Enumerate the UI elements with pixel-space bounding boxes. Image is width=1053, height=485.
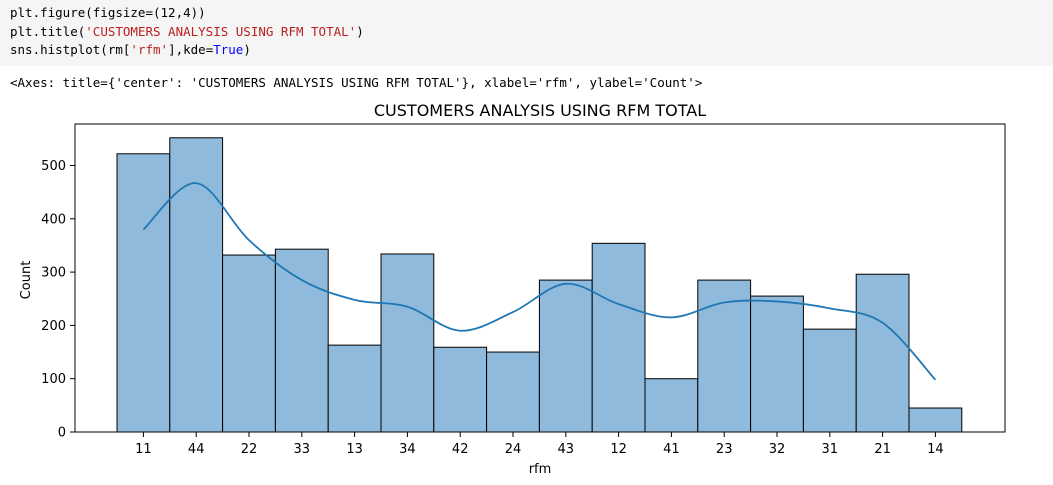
bar-22 xyxy=(222,254,276,433)
x-tick-label-22: 22 xyxy=(241,442,258,457)
bar-12 xyxy=(591,242,646,433)
x-tick-label-34: 34 xyxy=(399,442,416,457)
x-tick-label-41: 41 xyxy=(663,442,680,457)
x-tick-label-42: 42 xyxy=(452,442,469,457)
x-ticks-group: 11 44 22 33 13 34 42 24 43 12 41 23 32 31 21 14 xyxy=(135,432,944,457)
x-tick-label-23: 23 xyxy=(716,442,733,457)
bars-group xyxy=(116,137,963,433)
x-tick-label-44: 44 xyxy=(188,442,205,457)
x-tick-label-14: 14 xyxy=(927,442,944,457)
bar-44 xyxy=(169,137,224,433)
x-tick-label-24: 24 xyxy=(505,442,522,457)
bar-21 xyxy=(855,273,910,433)
bar-14 xyxy=(908,407,963,433)
x-tick-label-33: 33 xyxy=(294,442,311,457)
bar-33 xyxy=(274,248,329,433)
y-tick-label-100: 100 xyxy=(41,372,66,387)
bar-31 xyxy=(802,328,857,433)
y-tick-label-0: 0 xyxy=(58,426,66,441)
chart-title: CUSTOMERS ANALYSIS USING RFM TOTAL xyxy=(374,101,706,120)
bar-24 xyxy=(486,351,540,433)
x-tick-label-31: 31 xyxy=(822,442,839,457)
y-tick-label-200: 200 xyxy=(41,319,66,334)
y-tick-label-500: 500 xyxy=(41,159,66,174)
bar-34 xyxy=(380,253,435,433)
bar-42 xyxy=(433,346,488,433)
x-axis-label: rfm xyxy=(529,462,552,477)
bar-32 xyxy=(750,295,804,433)
x-tick-label-11: 11 xyxy=(135,442,152,457)
y-ticks-group: 0 100 200 300 400 500 xyxy=(41,159,75,441)
bar-13 xyxy=(327,344,382,433)
bar-41 xyxy=(644,378,699,433)
bar-11 xyxy=(116,153,171,433)
x-tick-label-12: 12 xyxy=(610,442,627,457)
x-tick-label-21: 21 xyxy=(874,442,891,457)
x-tick-label-13: 13 xyxy=(346,442,363,457)
y-tick-label-400: 400 xyxy=(41,212,66,227)
y-axis-label: Count xyxy=(19,261,34,300)
bar-43 xyxy=(538,279,593,433)
x-tick-label-43: 43 xyxy=(558,442,575,457)
histogram-chart: CUSTOMERS ANALYSIS USING RFM TOTAL 0 100 2… xyxy=(19,101,1006,477)
x-tick-label-32: 32 xyxy=(769,442,786,457)
y-tick-label-300: 300 xyxy=(41,266,66,281)
